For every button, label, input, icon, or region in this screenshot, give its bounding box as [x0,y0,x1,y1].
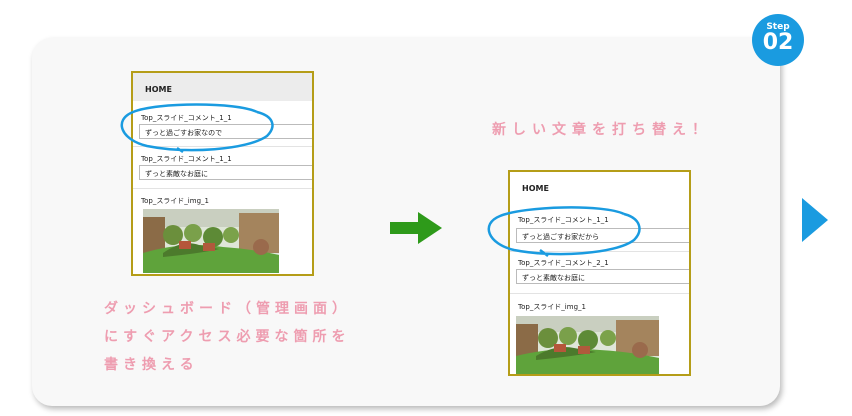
caption-left-line-1: ダッシュボード（管理画面） [104,301,351,317]
highlight-ring [487,206,641,257]
image-label: Top_スライド_img_1 [518,303,586,311]
step-number: 02 [762,30,794,55]
field2-input[interactable]: ずっと素敵なお庭に [139,165,312,180]
home-header: HOME [133,73,312,101]
caption-right: 新しい文章を打ち替え！ [492,122,712,138]
divider [510,293,689,294]
garden-photo [516,316,659,374]
caption-left-line-2: にすぐアクセス必要な箇所を [104,329,351,345]
step-badge: Step 02 [752,14,804,66]
image-label: Top_スライド_img_1 [141,197,209,205]
field2-input[interactable]: ずっと素敵なお庭に [516,269,689,284]
triangle-right-icon [802,198,828,242]
home-header: HOME [510,172,689,200]
highlight-ring [120,103,274,154]
arrow-right-icon [390,212,442,244]
caption-left-line-3: 書き換える [104,357,199,373]
after-screenshot: HOME Top_スライド_コメント_1_1 ずっと過ごすお家だから Top_ス… [508,170,691,376]
garden-photo [143,209,279,273]
divider [133,188,312,189]
